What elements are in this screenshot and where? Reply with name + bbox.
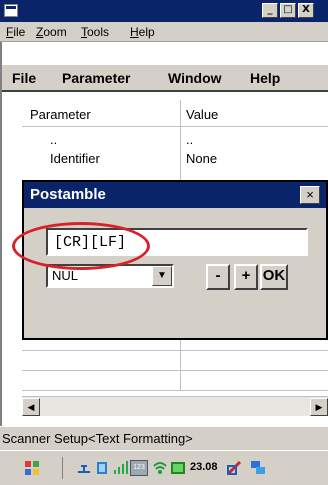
- minus-button[interactable]: -: [206, 264, 230, 290]
- highlight-annotation: [12, 222, 150, 270]
- minimize-button[interactable]: _: [262, 3, 278, 18]
- dropdown-arrow-icon[interactable]: ▼: [152, 266, 172, 286]
- grid-row-parameter[interactable]: ..: [50, 132, 57, 147]
- network-icon[interactable]: [76, 460, 92, 476]
- dialog-title: Postamble: [30, 186, 106, 203]
- keyboard-badge[interactable]: 123: [130, 460, 148, 476]
- outer-menu-bar: File Zoom Tools Help: [0, 22, 328, 42]
- dialog-title-bar: Postamble ×: [24, 182, 326, 208]
- close-window-button[interactable]: X: [298, 3, 314, 18]
- scroll-left-icon[interactable]: ◀: [22, 398, 40, 416]
- dialog-close-button[interactable]: ×: [300, 186, 320, 204]
- wifi-icon[interactable]: [152, 460, 168, 476]
- signal-icon[interactable]: [112, 460, 128, 476]
- app-menu-file[interactable]: File: [12, 70, 36, 86]
- plus-button[interactable]: +: [234, 264, 258, 290]
- app-menu-window[interactable]: Window: [168, 70, 222, 86]
- scroll-right-icon[interactable]: ▶: [310, 398, 328, 416]
- grid-row-line: [22, 390, 328, 391]
- menu-help[interactable]: Help: [130, 25, 155, 39]
- app-menu-bar: File Parameter Window Help: [2, 64, 328, 92]
- taskbar-divider: [62, 457, 63, 479]
- taskbar: 123 23.08: [0, 450, 328, 485]
- select-value: NUL: [52, 268, 79, 283]
- app-menu-parameter[interactable]: Parameter: [62, 70, 131, 86]
- grid-row-parameter[interactable]: Identifier: [50, 151, 100, 166]
- horizontal-scrollbar[interactable]: ◀ ▶: [22, 396, 328, 416]
- grid-header-value[interactable]: Value: [186, 107, 218, 122]
- menu-file[interactable]: File: [6, 25, 25, 39]
- menu-tools[interactable]: Tools: [81, 25, 109, 39]
- windows-icon[interactable]: [250, 460, 266, 476]
- app-window-icon: [4, 4, 18, 17]
- status-bar: Scanner Setup<Text Formatting>: [0, 426, 328, 450]
- window-title-bar: _ □ X: [0, 0, 328, 22]
- grid-row-value[interactable]: None: [186, 151, 217, 166]
- status-text: Scanner Setup<Text Formatting>: [2, 431, 193, 446]
- app-menu-help[interactable]: Help: [250, 70, 280, 86]
- grid-row-value[interactable]: ..: [186, 132, 193, 147]
- menu-zoom[interactable]: Zoom: [36, 25, 67, 39]
- clock[interactable]: 23.08: [190, 461, 218, 473]
- grid-row-line: [22, 350, 328, 351]
- battery-icon[interactable]: [94, 460, 110, 476]
- ok-button[interactable]: OK: [260, 264, 288, 290]
- start-flag-icon[interactable]: [24, 460, 40, 476]
- grid-row-line: [22, 370, 328, 371]
- grid-header-parameter[interactable]: Parameter: [30, 107, 91, 122]
- status-green-icon[interactable]: [170, 460, 186, 476]
- maximize-button[interactable]: □: [280, 3, 296, 18]
- sync-icon[interactable]: [226, 460, 242, 476]
